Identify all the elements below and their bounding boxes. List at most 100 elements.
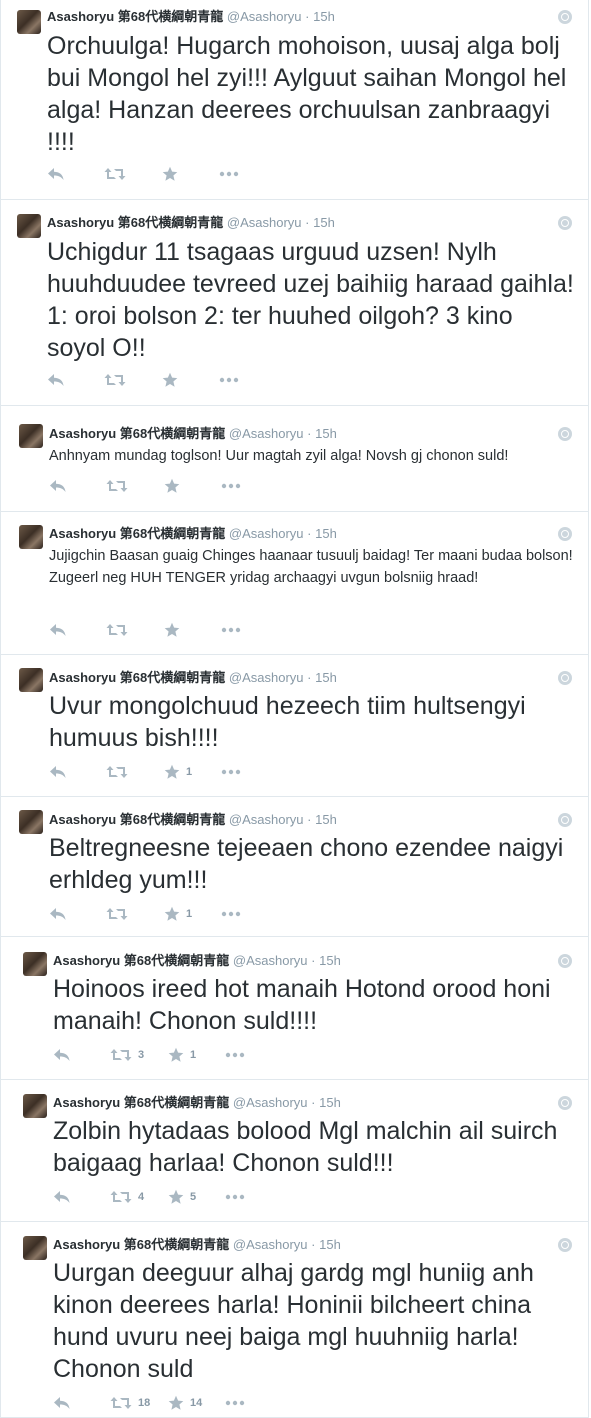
globe-icon[interactable]	[558, 527, 572, 541]
avatar[interactable]	[23, 952, 47, 976]
author-name[interactable]: Asashoryu 第68代横綱朝青龍	[49, 670, 225, 685]
favorite-button[interactable]	[162, 164, 184, 184]
reply-icon[interactable]	[53, 1045, 71, 1065]
timestamp[interactable]: 15h	[319, 953, 341, 968]
timestamp[interactable]: 15h	[315, 670, 337, 685]
tweet-card[interactable]: Asashoryu 第68代横綱朝青龍 @Asashoryu · 15h Uur…	[0, 1222, 589, 1418]
author-name[interactable]: Asashoryu 第68代横綱朝青龍	[49, 526, 225, 541]
globe-icon[interactable]	[558, 954, 572, 968]
author-name[interactable]: Asashoryu 第68代横綱朝青龍	[49, 812, 225, 827]
globe-icon[interactable]	[558, 671, 572, 685]
avatar[interactable]	[19, 668, 43, 692]
author-handle[interactable]: @Asashoryu	[229, 812, 304, 827]
timestamp[interactable]: 15h	[315, 526, 337, 541]
timestamp[interactable]: 15h	[319, 1095, 341, 1110]
timestamp[interactable]: 15h	[315, 812, 337, 827]
more-icon[interactable]	[225, 1187, 245, 1207]
retweet-button[interactable]: 3	[110, 1045, 144, 1065]
author-handle[interactable]: @Asashoryu	[227, 215, 302, 230]
tweet-card[interactable]: Asashoryu 第68代横綱朝青龍 @Asashoryu · 15h Anh…	[0, 406, 589, 512]
retweet-button[interactable]	[106, 904, 134, 924]
timestamp[interactable]: 15h	[315, 426, 337, 441]
tweet-card[interactable]: Asashoryu 第68代横綱朝青龍 @Asashoryu · 15h Orc…	[0, 0, 589, 200]
retweet-button[interactable]	[106, 476, 134, 496]
more-icon[interactable]	[221, 620, 241, 640]
tweet-card[interactable]: Asashoryu 第68代横綱朝青龍 @Asashoryu · 15h Hoi…	[0, 937, 589, 1080]
avatar[interactable]	[17, 10, 41, 34]
reply-icon[interactable]	[49, 904, 67, 924]
reply-icon[interactable]	[49, 476, 67, 496]
favorite-button[interactable]: 14	[168, 1393, 202, 1413]
retweet-button[interactable]	[104, 370, 132, 390]
reply-icon[interactable]	[53, 1393, 71, 1413]
favorite-button[interactable]: 1	[168, 1045, 196, 1065]
favorite-count: 1	[186, 766, 193, 778]
tweet-card[interactable]: Asashoryu 第68代横綱朝青龍 @Asashoryu · 15h Uch…	[0, 200, 589, 406]
author-handle[interactable]: @Asashoryu	[233, 1095, 308, 1110]
tweet-actions: 1	[49, 904, 309, 924]
globe-icon[interactable]	[558, 1096, 572, 1110]
favorite-button[interactable]	[164, 476, 186, 496]
tweet-card[interactable]: Asashoryu 第68代横綱朝青龍 @Asashoryu · 15h Juj…	[0, 512, 589, 655]
more-icon[interactable]	[221, 904, 241, 924]
favorite-button[interactable]	[162, 370, 184, 390]
globe-icon[interactable]	[558, 427, 572, 441]
tweet-text: Orchuulga! Hugarch mohoison, uusaj alga …	[47, 32, 567, 156]
more-icon[interactable]	[225, 1393, 245, 1413]
avatar[interactable]	[19, 424, 43, 448]
more-icon[interactable]	[219, 370, 239, 390]
favorite-count: 1	[186, 908, 193, 920]
author-name[interactable]: Asashoryu 第68代横綱朝青龍	[53, 1237, 229, 1252]
tweet-card[interactable]: Asashoryu 第68代横綱朝青龍 @Asashoryu · 15h Uvu…	[0, 655, 589, 797]
globe-icon[interactable]	[558, 813, 572, 827]
retweet-button[interactable]	[106, 620, 134, 640]
author-name[interactable]: Asashoryu 第68代横綱朝青龍	[53, 1095, 229, 1110]
retweet-icon	[110, 1396, 132, 1410]
timestamp[interactable]: 15h	[319, 1237, 341, 1252]
reply-icon[interactable]	[53, 1187, 71, 1207]
favorite-button[interactable]: 1	[164, 904, 192, 924]
retweet-button[interactable]: 4	[110, 1187, 144, 1207]
tweet-text: Hoinoos ireed hot manaih Hotond orood ho…	[53, 975, 551, 1035]
avatar[interactable]	[23, 1236, 47, 1260]
retweet-icon	[106, 765, 128, 779]
timestamp[interactable]: 15h	[313, 9, 335, 24]
author-name[interactable]: Asashoryu 第68代横綱朝青龍	[47, 9, 223, 24]
tweet-header: Asashoryu 第68代横綱朝青龍 @Asashoryu · 15h	[49, 811, 337, 829]
author-handle[interactable]: @Asashoryu	[229, 426, 304, 441]
favorite-button[interactable]: 1	[164, 762, 192, 782]
avatar[interactable]	[19, 810, 43, 834]
avatar[interactable]	[17, 214, 41, 238]
tweet-card[interactable]: Asashoryu 第68代横綱朝青龍 @Asashoryu · 15h Bel…	[0, 797, 589, 937]
author-name[interactable]: Asashoryu 第68代横綱朝青龍	[49, 426, 225, 441]
reply-icon[interactable]	[49, 620, 67, 640]
retweet-button[interactable]	[106, 762, 134, 782]
author-handle[interactable]: @Asashoryu	[233, 1237, 308, 1252]
reply-icon[interactable]	[47, 164, 65, 184]
globe-icon[interactable]	[558, 1238, 572, 1252]
reply-icon[interactable]	[47, 370, 65, 390]
author-handle[interactable]: @Asashoryu	[227, 9, 302, 24]
favorite-button[interactable]	[164, 620, 186, 640]
author-handle[interactable]: @Asashoryu	[233, 953, 308, 968]
author-name[interactable]: Asashoryu 第68代横綱朝青龍	[53, 953, 229, 968]
author-name[interactable]: Asashoryu 第68代横綱朝青龍	[47, 215, 223, 230]
retweet-button[interactable]	[104, 164, 132, 184]
more-icon[interactable]	[225, 1045, 245, 1065]
tweet-card[interactable]: Asashoryu 第68代横綱朝青龍 @Asashoryu · 15h Zol…	[0, 1080, 589, 1222]
tweet-header: Asashoryu 第68代横綱朝青龍 @Asashoryu · 15h	[49, 525, 337, 543]
author-handle[interactable]: @Asashoryu	[229, 526, 304, 541]
avatar[interactable]	[23, 1094, 47, 1118]
avatar[interactable]	[19, 525, 43, 549]
more-icon[interactable]	[221, 476, 241, 496]
globe-icon[interactable]	[558, 10, 572, 24]
retweet-button[interactable]: 18	[110, 1393, 150, 1413]
author-handle[interactable]: @Asashoryu	[229, 670, 304, 685]
separator: ·	[307, 526, 312, 541]
more-icon[interactable]	[219, 164, 239, 184]
globe-icon[interactable]	[558, 216, 572, 230]
favorite-button[interactable]: 5	[168, 1187, 196, 1207]
more-icon[interactable]	[221, 762, 241, 782]
timestamp[interactable]: 15h	[313, 215, 335, 230]
reply-icon[interactable]	[49, 762, 67, 782]
